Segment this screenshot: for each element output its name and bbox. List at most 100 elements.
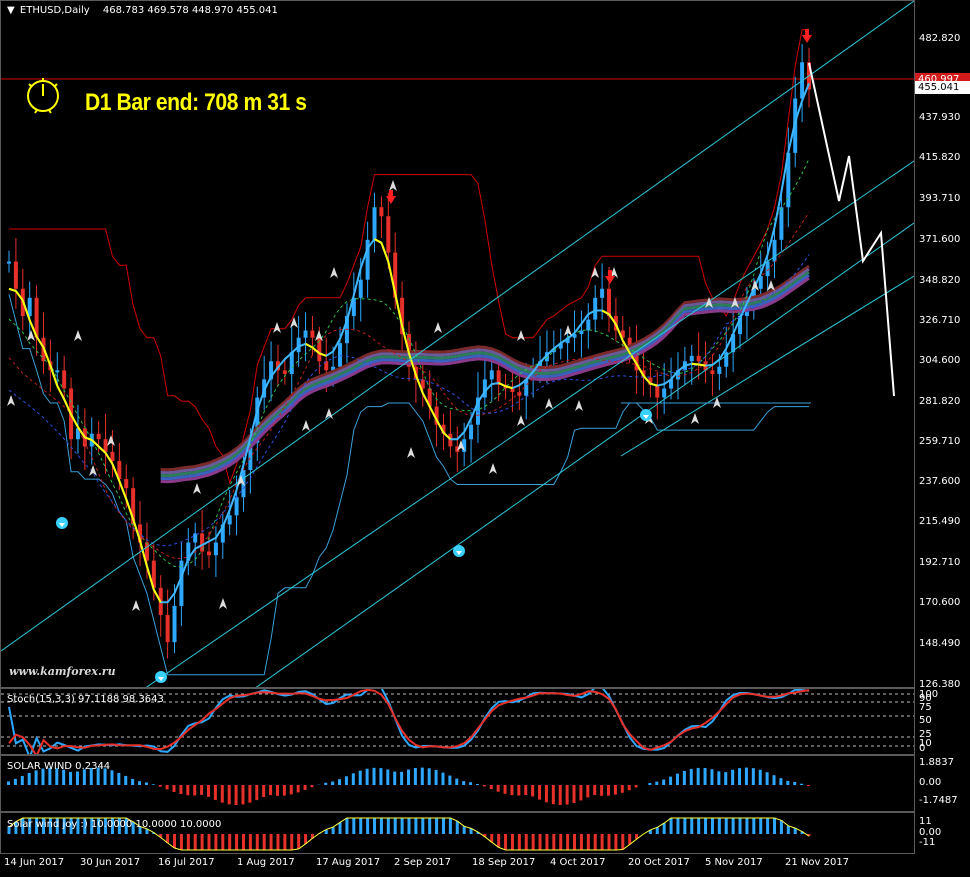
signal-arrow-icon	[575, 400, 583, 411]
header-arrow-icon[interactable]: ▼	[7, 5, 15, 16]
candle-body	[593, 297, 598, 320]
solar-wind-bar	[289, 785, 293, 795]
joy-bar	[600, 834, 604, 850]
price-tick: 415.820	[919, 152, 961, 163]
solar-wind-bar	[407, 769, 410, 785]
joy-bar	[683, 818, 687, 834]
joy-bar	[538, 834, 542, 850]
stoch-level: 50	[919, 715, 932, 726]
solar-wind-bar	[551, 785, 555, 805]
joy-bar	[400, 818, 404, 834]
solar-wind-bar	[186, 785, 190, 796]
solar-wind-bar	[751, 768, 755, 785]
joy-bar	[697, 818, 701, 834]
solar-wind-bar	[255, 785, 259, 801]
candle-body	[710, 370, 715, 374]
solar-wind-bar	[682, 770, 686, 785]
solar-wind-bar	[496, 785, 500, 792]
joy-bar	[186, 834, 190, 850]
solar-wind-bar	[207, 785, 210, 797]
solar-wind-bar	[310, 785, 314, 788]
joy-bar	[338, 822, 342, 834]
candle-body	[165, 615, 170, 643]
solar-wind-bar	[275, 785, 279, 796]
solar-wind-bar	[800, 783, 804, 785]
price-tick: 393.710	[919, 193, 961, 204]
solar-wind-pane[interactable]: SOLAR WIND 0.2344	[0, 755, 915, 812]
candle-body	[124, 479, 129, 489]
stochastic-pane[interactable]: Stoch(15,3,3) 97.1188 98.3643	[0, 688, 915, 755]
solar-wind-bar	[262, 785, 266, 798]
joy-bar	[262, 834, 266, 850]
solar-wind-bar	[786, 780, 790, 785]
joy-bar	[304, 834, 308, 844]
solar-wind-bar	[158, 785, 162, 787]
joy-bar	[579, 834, 583, 850]
joy-bar	[773, 818, 777, 834]
solar-wind-bar	[627, 785, 631, 791]
joy-bar	[393, 818, 397, 834]
solar-wind-bar	[110, 770, 114, 785]
price-tick: 192.710	[919, 557, 961, 568]
solar-wind-bar	[807, 785, 810, 787]
solar-wind-bar	[75, 771, 79, 785]
price-tick: 170.600	[919, 597, 961, 608]
joy-bar	[441, 818, 445, 834]
solar-wind-bar	[724, 772, 728, 785]
solar-wind-bar	[669, 776, 673, 785]
candle-body	[227, 515, 232, 525]
candle-body	[55, 370, 60, 373]
price-chart-pane[interactable]: ▼ ETHUSD,Daily 468.783 469.578 448.970 4…	[0, 0, 915, 688]
candle-body	[386, 216, 391, 253]
ohlc-label: 468.783 469.578 448.970 455.041	[102, 5, 278, 16]
solar-wind-bar	[372, 767, 376, 785]
joy-bar	[207, 834, 211, 850]
time-label: 18 Sep 2017	[472, 857, 536, 868]
solar-wind-bar	[434, 770, 438, 785]
signal-arrow-icon	[691, 413, 699, 424]
signal-arrow-icon	[290, 317, 298, 328]
solar-wind-joy-label: Solar wind joy :) 10.0000 10.0000 10.000…	[7, 819, 222, 830]
joy-bar	[448, 818, 452, 834]
joy-bar	[359, 818, 363, 834]
candle-body	[379, 207, 384, 217]
candle-body	[772, 239, 777, 262]
candle-body	[172, 605, 177, 643]
candle-body	[310, 330, 315, 338]
solar-wind-bar	[648, 782, 652, 785]
solar-wind-bar	[765, 772, 769, 785]
signal-arrow-icon	[219, 598, 227, 609]
joy-bar	[200, 834, 204, 850]
solar-wind-bar	[144, 782, 148, 785]
candle-body	[103, 439, 108, 452]
solar-wind-bar	[7, 781, 10, 785]
joy-bar	[552, 834, 556, 850]
joy-bar	[669, 818, 673, 834]
solar-level: 0.00	[919, 777, 942, 788]
price-tick: 371.600	[919, 234, 961, 245]
price-tick: 326.710	[919, 315, 961, 326]
solar-wind-bar	[503, 785, 507, 794]
joy-bar	[559, 834, 563, 850]
joy-bar	[386, 818, 390, 834]
price-axis[interactable]: 482.820 437.930 415.820 393.710 371.600 348.8…	[915, 0, 970, 855]
joy-bar	[290, 834, 294, 850]
solar-wind-bar	[600, 785, 604, 796]
joy-bar	[593, 834, 597, 850]
solar-wind-bar	[475, 784, 479, 785]
time-label: 21 Nov 2017	[785, 857, 850, 868]
time-axis[interactable]: 14 Jun 2017 30 Jun 2017 16 Jul 2017 1 Aug 2…	[0, 855, 915, 877]
solar-wind-bar	[517, 785, 521, 796]
solar-wind-bar	[634, 785, 638, 788]
solar-wind-bar	[441, 772, 445, 785]
joy-bar	[379, 818, 383, 834]
solar-wind-joy-pane[interactable]: Solar wind joy :) 10.0000 10.0000 10.000…	[0, 812, 915, 854]
candle-body	[689, 355, 694, 362]
joy-bar	[717, 818, 721, 834]
price-tick: 437.930	[919, 112, 961, 123]
time-label: 14 Jun 2017	[4, 857, 65, 868]
solar-wind-bar	[524, 785, 528, 796]
joy-bar	[421, 818, 425, 834]
solar-wind-bar	[324, 782, 328, 785]
solar-wind-bar	[469, 782, 473, 785]
